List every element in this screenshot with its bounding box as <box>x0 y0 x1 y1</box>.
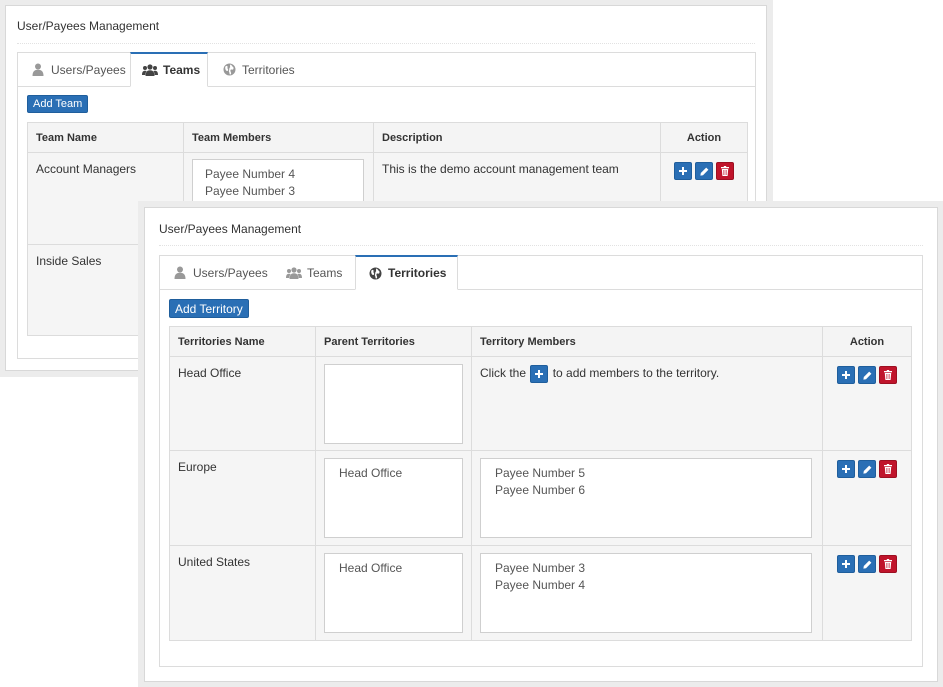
territory-members-list[interactable]: Payee Number 5 Payee Number 6 <box>480 458 812 538</box>
column-header: Action <box>822 326 912 357</box>
tab-bar: Users/Payees Teams Territories <box>160 255 922 290</box>
tab-label: Users/Payees <box>193 265 268 280</box>
territory-name: Head Office <box>169 356 316 451</box>
tab-teams[interactable]: Teams <box>286 255 342 290</box>
title-divider <box>159 245 923 246</box>
list-item: Payee Number 4 <box>495 578 586 592</box>
add-team-button[interactable]: Add Team <box>27 95 89 113</box>
pencil-icon <box>862 560 871 569</box>
tab-label: Territories <box>388 266 447 280</box>
column-header: Team Name <box>27 122 184 153</box>
tab-bar: Users/Payees Teams Territories <box>18 52 755 87</box>
list-item: Head Office <box>339 466 403 480</box>
add-member-button[interactable] <box>674 162 692 180</box>
tab-teams[interactable]: Teams <box>130 52 208 87</box>
delete-button[interactable] <box>716 162 734 180</box>
tab-users-payees[interactable]: Users/Payees <box>172 255 268 290</box>
globe-icon <box>367 266 383 280</box>
delete-button[interactable] <box>879 366 897 384</box>
list-item: Payee Number 3 <box>495 561 586 575</box>
column-header: Description <box>373 122 661 153</box>
list-item: Payee Number 5 <box>495 466 586 480</box>
users-icon <box>142 63 158 77</box>
territory-name: United States <box>169 545 316 641</box>
user-icon <box>30 63 46 77</box>
add-territory-button[interactable]: Add Territory <box>169 299 249 318</box>
tab-users-payees[interactable]: Users/Payees <box>30 52 126 87</box>
window-title: User/Payees Management <box>17 19 160 33</box>
territories-table: Territories Name Parent Territories Terr… <box>169 326 912 641</box>
parent-territories-list[interactable]: Head Office <box>324 458 463 538</box>
list-item: Payee Number 6 <box>495 483 586 497</box>
pencil-icon <box>699 167 708 176</box>
tab-label: Users/Payees <box>51 62 126 77</box>
parent-territories-list[interactable]: Head Office <box>324 553 463 633</box>
edit-button[interactable] <box>858 460 876 478</box>
table-row: Head Office Click the to add members to … <box>169 356 912 451</box>
pencil-icon <box>862 465 871 474</box>
column-header: Team Members <box>183 122 374 153</box>
row-actions <box>674 162 734 180</box>
tab-territories[interactable]: Territories <box>221 52 295 87</box>
add-member-button[interactable] <box>837 555 855 573</box>
parent-territories-list[interactable] <box>324 364 463 444</box>
plus-icon <box>842 371 850 379</box>
plus-icon <box>535 370 544 378</box>
hint-text: Click the <box>480 366 527 381</box>
edit-button[interactable] <box>858 366 876 384</box>
delete-button[interactable] <box>879 460 897 478</box>
add-member-button[interactable] <box>530 365 549 383</box>
edit-button[interactable] <box>858 555 876 573</box>
globe-icon <box>221 63 237 77</box>
plus-icon <box>679 167 687 175</box>
tab-label: Teams <box>163 63 201 77</box>
trash-icon <box>884 559 892 569</box>
hint-text: to add members to the territory. <box>552 366 720 381</box>
row-actions <box>837 555 897 573</box>
list-item: Payee Number 4 <box>205 167 296 181</box>
window-title: User/Payees Management <box>159 222 302 236</box>
delete-button[interactable] <box>879 555 897 573</box>
territory-members-list[interactable]: Payee Number 3 Payee Number 4 <box>480 553 812 633</box>
add-member-button[interactable] <box>837 366 855 384</box>
territory-name: Europe <box>169 450 316 546</box>
list-item: Head Office <box>339 561 403 575</box>
column-header: Territories Name <box>169 326 316 357</box>
column-header: Action <box>660 122 748 153</box>
tab-territories[interactable]: Territories <box>355 255 458 290</box>
list-item: Payee Number 3 <box>205 184 296 198</box>
row-actions <box>837 366 897 384</box>
title-divider <box>17 43 755 44</box>
column-header: Parent Territories <box>315 326 472 357</box>
trash-icon <box>884 370 892 380</box>
edit-button[interactable] <box>695 162 713 180</box>
column-header: Territory Members <box>471 326 823 357</box>
trash-icon <box>884 464 892 474</box>
plus-icon <box>842 465 850 473</box>
add-member-button[interactable] <box>837 460 855 478</box>
territories-window: User/Payees Management Users/Payees Team… <box>144 207 938 682</box>
users-icon <box>286 266 302 280</box>
trash-icon <box>721 166 729 176</box>
tab-panel: Users/Payees Teams Territories Add Terri… <box>159 255 923 667</box>
row-actions <box>837 460 897 478</box>
table-row: Europe Head Office Payee Number 5 Payee … <box>169 450 912 546</box>
tab-label: Territories <box>242 62 295 77</box>
tab-label: Teams <box>307 265 343 280</box>
pencil-icon <box>862 371 871 380</box>
user-icon <box>172 266 188 280</box>
table-row: United States Head Office Payee Number 3… <box>169 545 912 641</box>
plus-icon <box>842 560 850 568</box>
